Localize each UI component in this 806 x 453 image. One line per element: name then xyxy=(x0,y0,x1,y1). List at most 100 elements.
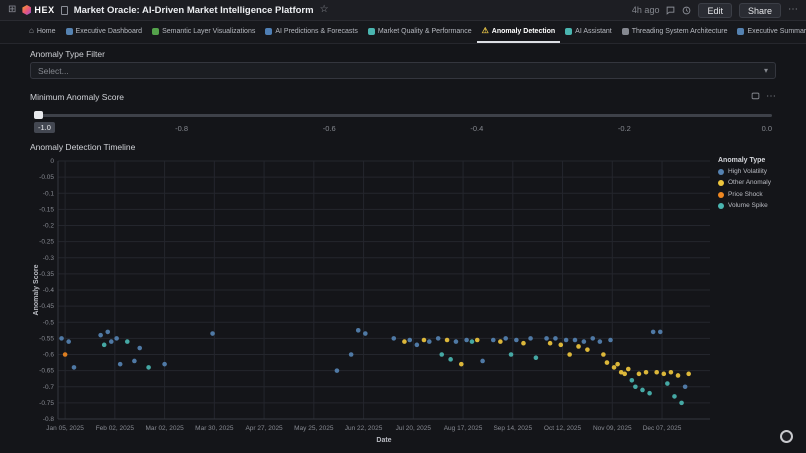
tab-anomaly-detection[interactable]: ⚠Anomaly Detection xyxy=(477,21,561,43)
assistant-icon xyxy=(565,28,572,35)
slider-tick-row: -1.0 -0.8-0.6-0.4-0.20.0 xyxy=(34,122,772,136)
chart-title: Anomaly Detection Timeline xyxy=(30,142,776,152)
comments-icon[interactable] xyxy=(666,6,675,15)
legend-swatch xyxy=(718,169,724,175)
apps-grid-icon[interactable]: ⊞ xyxy=(8,5,16,15)
more-menu-icon[interactable]: ⋯ xyxy=(788,5,798,15)
last-edited-timestamp: 4h ago xyxy=(632,5,660,15)
cell-comment-icon[interactable] xyxy=(751,88,760,106)
svg-text:Mar 30, 2025: Mar 30, 2025 xyxy=(195,425,234,432)
content-area: Anomaly Type Filter Select... ▾ Minimum … xyxy=(0,44,806,453)
svg-text:0: 0 xyxy=(50,158,54,165)
tab-market-quality-performance[interactable]: Market Quality & Performance xyxy=(363,21,477,43)
svg-text:Anomaly Score: Anomaly Score xyxy=(33,264,40,315)
svg-text:Mar 02, 2025: Mar 02, 2025 xyxy=(145,425,184,432)
history-icon[interactable] xyxy=(682,6,691,15)
slider-tick-label: -0.6 xyxy=(323,124,336,133)
legend-label: Other Anomaly xyxy=(728,179,771,186)
svg-text:-0.75: -0.75 xyxy=(39,400,54,407)
min-score-filter: Minimum Anomaly Score ⋯ -1.0 -0.8-0.6-0.… xyxy=(30,88,776,136)
home-icon: ⌂ xyxy=(29,27,34,35)
anomaly-scatter-chart: 0 -0.05 -0.1 -0.15 -0.2 -0.25 -0.3 -0.35 -0.4 -0.… xyxy=(30,155,716,445)
tab-bar: ⌂HomeExecutive DashboardSemantic Layer V… xyxy=(0,21,806,44)
chart-card: Anomaly Detection Timeline 0 -0.05 -0.1 -0.… xyxy=(30,142,776,447)
edit-button[interactable]: Edit xyxy=(698,3,732,18)
tab-label: Semantic Layer Visualizations xyxy=(162,28,255,35)
tab-label: AI Predictions & Forecasts xyxy=(275,28,357,35)
cell-more-icon[interactable]: ⋯ xyxy=(766,92,776,102)
svg-text:-0.05: -0.05 xyxy=(39,174,54,181)
hex-hexagon-icon xyxy=(22,5,31,15)
svg-text:Aug 17, 2025: Aug 17, 2025 xyxy=(444,425,483,432)
page-title: Market Oracle: AI-Driven Market Intellig… xyxy=(74,5,314,16)
quality-icon xyxy=(368,28,375,35)
tab-ai-predictions-forecasts[interactable]: AI Predictions & Forecasts xyxy=(260,21,362,43)
anomaly-type-select[interactable]: Select... ▾ xyxy=(30,62,776,79)
tab-threading-system-architecture[interactable]: Threading System Architecture xyxy=(617,21,733,43)
tab-label: Home xyxy=(37,28,56,35)
svg-text:-0.7: -0.7 xyxy=(43,384,55,391)
svg-text:-0.15: -0.15 xyxy=(39,206,54,213)
min-score-label: Minimum Anomaly Score xyxy=(30,92,124,102)
tab-label: Market Quality & Performance xyxy=(378,28,472,35)
tab-executive-dashboard[interactable]: Executive Dashboard xyxy=(61,21,148,43)
legend-label: Price Shock xyxy=(728,191,763,198)
svg-text:Jan 05, 2025: Jan 05, 2025 xyxy=(46,425,84,432)
svg-text:Jul 20, 2025: Jul 20, 2025 xyxy=(396,425,432,432)
legend-entry: Other Anomaly xyxy=(718,179,776,186)
svg-text:Nov 09, 2025: Nov 09, 2025 xyxy=(593,425,632,432)
svg-text:-0.4: -0.4 xyxy=(43,287,55,294)
svg-text:Jun 22, 2025: Jun 22, 2025 xyxy=(345,425,383,432)
topbar: ⊞ HEX Market Oracle: AI-Driven Market In… xyxy=(0,0,806,21)
warning-icon: ⚠ xyxy=(482,27,489,35)
slider-value-chip: -1.0 xyxy=(34,122,55,133)
legend-entry: Price Shock xyxy=(718,191,776,198)
svg-text:-0.1: -0.1 xyxy=(43,190,55,197)
forecast-icon xyxy=(265,28,272,35)
svg-text:-0.5: -0.5 xyxy=(43,319,55,326)
tab-home[interactable]: ⌂Home xyxy=(24,21,61,43)
tab-label: Anomaly Detection xyxy=(492,28,555,35)
layers-icon xyxy=(152,28,159,35)
svg-text:Dec 07, 2025: Dec 07, 2025 xyxy=(643,425,682,432)
select-placeholder: Select... xyxy=(38,66,764,76)
tab-label: Threading System Architecture xyxy=(632,28,728,35)
svg-text:Apr 27, 2025: Apr 27, 2025 xyxy=(245,425,283,432)
svg-text:Oct 12, 2025: Oct 12, 2025 xyxy=(544,425,582,432)
star-icon[interactable]: ☆ xyxy=(320,5,329,15)
legend-swatch xyxy=(718,192,724,198)
svg-text:-0.25: -0.25 xyxy=(39,239,54,246)
score-slider[interactable] xyxy=(34,111,772,120)
svg-text:Date: Date xyxy=(376,437,391,444)
slider-track[interactable] xyxy=(34,114,772,117)
legend-swatch xyxy=(718,180,724,186)
legend-entry: High Volatility xyxy=(718,168,776,175)
legend-title: Anomaly Type xyxy=(718,157,776,164)
slider-handle[interactable] xyxy=(34,111,43,119)
legend-label: High Volatility xyxy=(728,168,767,175)
tab-semantic-layer-visualizations[interactable]: Semantic Layer Visualizations xyxy=(147,21,260,43)
hex-logo[interactable]: HEX xyxy=(22,5,54,15)
project-icon xyxy=(61,6,68,15)
svg-text:-0.6: -0.6 xyxy=(43,352,55,359)
anomaly-type-filter: Anomaly Type Filter Select... ▾ xyxy=(30,49,776,79)
legend-entry: Volume Spike xyxy=(718,202,776,209)
legend-swatch xyxy=(718,203,724,209)
svg-text:-0.45: -0.45 xyxy=(39,303,54,310)
hex-wordmark: HEX xyxy=(34,5,54,15)
floating-assistant-button[interactable] xyxy=(780,430,793,443)
svg-text:-0.35: -0.35 xyxy=(39,271,54,278)
svg-text:-0.2: -0.2 xyxy=(43,223,55,230)
svg-text:-0.3: -0.3 xyxy=(43,255,55,262)
slider-tick-label: -0.2 xyxy=(618,124,631,133)
tab-executive-summary[interactable]: Executive Summary xyxy=(732,21,806,43)
tab-ai-assistant[interactable]: AI Assistant xyxy=(560,21,617,43)
svg-text:Feb 02, 2025: Feb 02, 2025 xyxy=(96,425,135,432)
svg-text:-0.8: -0.8 xyxy=(43,416,55,423)
dashboard-icon xyxy=(66,28,73,35)
share-button[interactable]: Share xyxy=(739,3,781,18)
threading-icon xyxy=(622,28,629,35)
tab-label: AI Assistant xyxy=(575,28,612,35)
summary-icon xyxy=(737,28,744,35)
tab-label: Executive Summary xyxy=(747,28,806,35)
